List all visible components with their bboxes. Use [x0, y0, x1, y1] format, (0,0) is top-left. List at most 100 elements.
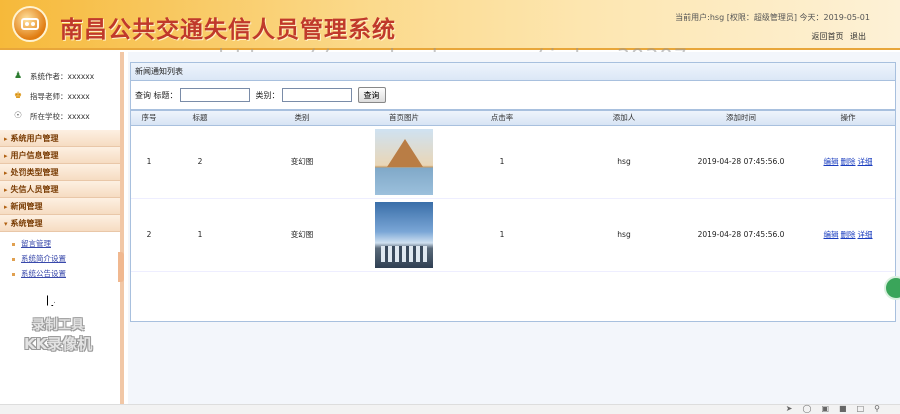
menu-system[interactable]: ▾ 系统管理 [0, 215, 120, 232]
menu-label: 处罚类型管理 [10, 168, 59, 177]
menu-dishonest-persons[interactable]: ▸ 失信人员管理 [0, 181, 120, 198]
detail-link[interactable]: 详细 [858, 230, 873, 239]
chevron-right-icon: ▸ [4, 135, 8, 143]
status-tray-icons: ➤◯▣■□⚲ [785, 404, 890, 413]
search-title-label: 标题： [153, 90, 178, 100]
cell-adder: hsg [567, 198, 681, 272]
cell-title: 2 [167, 125, 233, 199]
bottom-status-bar: ➤◯▣■□⚲ [0, 404, 900, 414]
info-author: ♟ 系统作者：xxxxxx [12, 66, 120, 86]
sidebar: ♟ 系统作者：xxxxxx ♚ 指导老师：xxxxx ☉ 所在学校：xxxxx … [0, 52, 124, 404]
menu-penalty-types[interactable]: ▸ 处罚类型管理 [0, 164, 120, 181]
news-list-panel: 新闻通知列表 查询 标题： 类别： 查询 序号 标题 类别 首页图片 点击率 添… [130, 62, 896, 322]
kk-line-1: 录制工具 [32, 318, 85, 333]
chevron-right-icon: ▸ [4, 152, 8, 160]
panel-title: 新闻通知列表 [131, 63, 895, 81]
sidebar-menu: ▸ 系统用户管理 ▸ 用户信息管理 ▸ 处罚类型管理 ▸ 失信人员管理 ▸ 新闻管理 ▾ 系… [0, 130, 120, 281]
chevron-down-icon: ▾ [4, 220, 8, 228]
header-bar: 南昌公共交通失信人员管理系统 当前用户:hsg [权限：超级管理员] 今天：20… [0, 0, 900, 50]
info-teacher-label: 指导老师：xxxxx [30, 91, 90, 101]
school-icon: ☉ [13, 111, 23, 121]
menu-label: 失信人员管理 [10, 185, 59, 194]
info-teacher: ♚ 指导老师：xxxxx [12, 86, 120, 106]
bullet-icon [12, 242, 15, 246]
cell-ops: 编辑 删除 详细 [801, 198, 895, 272]
current-user-info: 当前用户:hsg [权限：超级管理员] 今天：2019-05-01 [675, 13, 870, 22]
bullet-icon [12, 272, 15, 276]
col-adder: 添加人 [567, 111, 681, 126]
table-row: 2 1 变幻图 1 hsg 2019-04-28 07:45:56.0 编辑 删除… [131, 198, 895, 272]
bullet-icon [12, 257, 15, 261]
col-index: 序号 [131, 111, 167, 126]
edit-link[interactable]: 编辑 [824, 230, 839, 239]
logout-link[interactable]: 退出 [850, 32, 866, 41]
menu-system-users[interactable]: ▸ 系统用户管理 [0, 130, 120, 147]
city-thumbnail-image [375, 201, 433, 268]
chevron-right-icon: ▸ [4, 203, 8, 211]
cell-adder: hsg [567, 125, 681, 199]
news-table: 序号 标题 类别 首页图片 点击率 添加人 添加时间 操作 1 2 变幻图 1 [131, 111, 895, 272]
system-title: 南昌公共交通失信人员管理系统 [60, 16, 396, 43]
cell-image [371, 198, 437, 272]
chevron-right-icon: ▸ [4, 169, 8, 177]
chevron-right-icon: ▸ [4, 186, 8, 194]
menu-user-info[interactable]: ▸ 用户信息管理 [0, 147, 120, 164]
teacher-icon: ♚ [13, 91, 23, 101]
info-author-label: 系统作者：xxxxxx [30, 71, 95, 81]
submenu-label: 留言管理 [21, 239, 51, 248]
pyramid-thumbnail-image [375, 128, 433, 195]
table-header-row: 序号 标题 类别 首页图片 点击率 添加人 添加时间 操作 [131, 111, 895, 126]
col-time: 添加时间 [681, 111, 801, 126]
submenu-label: 系统简介设置 [21, 254, 66, 263]
main-content: 新闻通知列表 查询 标题： 类别： 查询 序号 标题 类别 首页图片 点击率 添… [128, 52, 900, 404]
cell-index: 2 [131, 198, 167, 272]
title-search-input[interactable] [179, 88, 250, 102]
sidebar-toggle-handle[interactable] [118, 252, 124, 282]
submenu-label: 系统公告设置 [21, 269, 66, 278]
delete-link[interactable]: 删除 [841, 157, 856, 166]
menu-label: 系统管理 [10, 219, 43, 228]
sidebar-info: ♟ 系统作者：xxxxxx ♚ 指导老师：xxxxx ☉ 所在学校：xxxxx [0, 52, 120, 126]
header-links: 返回首页 退出 [807, 31, 866, 42]
kk-line-2: KK录像机 [24, 335, 93, 353]
col-ops: 操作 [801, 111, 895, 126]
info-school-label: 所在学校：xxxxx [30, 111, 90, 121]
table-row: 1 2 变幻图 1 hsg 2019-04-28 07:45:56.0 编辑 删除… [131, 125, 895, 199]
edit-link[interactable]: 编辑 [824, 157, 839, 166]
detail-link[interactable]: 详细 [858, 157, 873, 166]
cell-image [371, 125, 437, 199]
cell-title: 1 [167, 198, 233, 272]
cell-ops: 编辑 删除 详细 [801, 125, 895, 199]
mouse-cursor-icon [47, 295, 55, 306]
home-link[interactable]: 返回首页 [811, 32, 843, 41]
search-bar: 查询 标题： 类别： 查询 [131, 81, 895, 111]
system-submenu: 留言管理 系统简介设置 系统公告设置 [0, 232, 120, 281]
category-search-input[interactable] [281, 88, 352, 102]
cell-index: 1 [131, 125, 167, 199]
col-image: 首页图片 [371, 111, 437, 126]
cell-category: 变幻图 [233, 198, 371, 272]
cell-category: 变幻图 [233, 125, 371, 199]
col-clicks: 点击率 [437, 111, 567, 126]
delete-link[interactable]: 删除 [841, 230, 856, 239]
search-button[interactable]: 查询 [357, 87, 386, 103]
cell-time: 2019-04-28 07:45:56.0 [681, 198, 801, 272]
submenu-messages[interactable]: 留言管理 [12, 236, 120, 251]
menu-label: 用户信息管理 [10, 151, 59, 160]
menu-label: 系统用户管理 [10, 134, 59, 143]
cell-time: 2019-04-28 07:45:56.0 [681, 125, 801, 199]
menu-news[interactable]: ▸ 新闻管理 [0, 198, 120, 215]
col-title: 标题 [167, 111, 233, 126]
submenu-system-intro[interactable]: 系统简介设置 [12, 251, 120, 266]
col-category: 类别 [233, 111, 371, 126]
cell-clicks: 1 [437, 198, 567, 272]
cell-clicks: 1 [437, 125, 567, 199]
user-icon: ♟ [13, 71, 23, 81]
info-school: ☉ 所在学校：xxxxx [12, 106, 120, 126]
submenu-system-notice[interactable]: 系统公告设置 [12, 266, 120, 281]
kk-recorder-watermark: 录制工具 KK录像机 [24, 314, 92, 354]
search-category-label: 类别： [255, 90, 280, 100]
search-query-label: 查询 [135, 90, 151, 100]
logo-icon [12, 6, 48, 42]
menu-label: 新闻管理 [10, 202, 43, 211]
